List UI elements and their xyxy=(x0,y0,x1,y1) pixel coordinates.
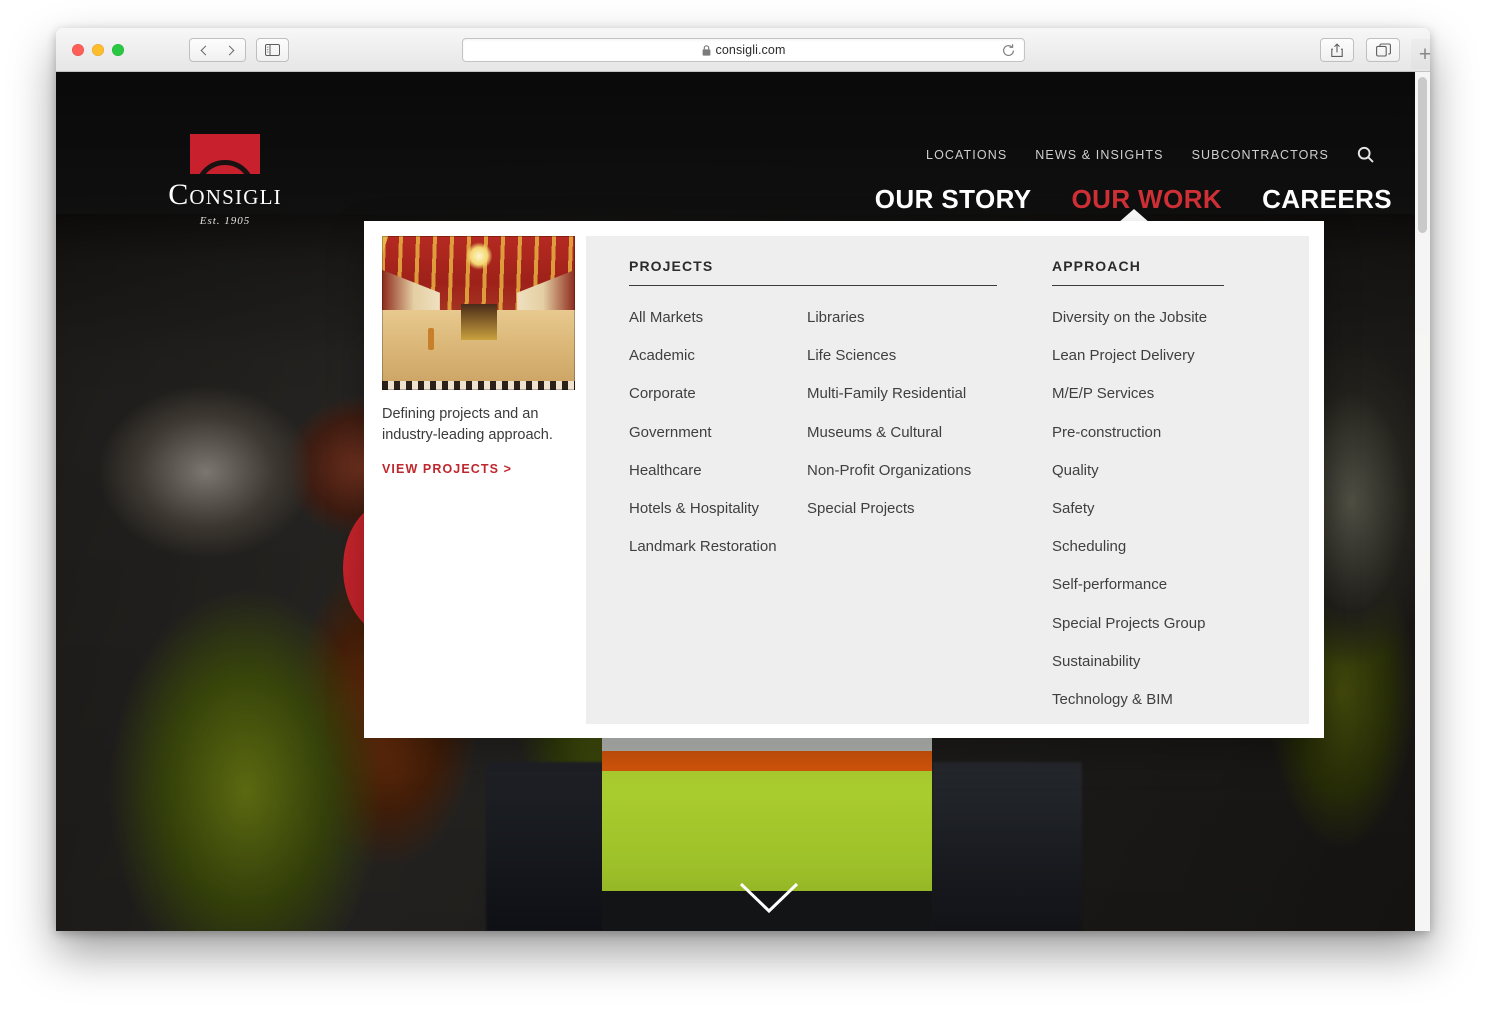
arch-shape xyxy=(195,160,255,174)
menu-link-special-projects[interactable]: Special Projects xyxy=(807,499,997,518)
search-icon xyxy=(1357,146,1374,163)
mega-menu-panel: PROJECTS All Markets Academic Corporate … xyxy=(586,236,1309,724)
utility-nav: LOCATIONS NEWS & INSIGHTS SUBCONTRACTORS xyxy=(926,146,1374,163)
site-header: Consigli Est. 1905 LOCATIONS NEWS & INSI… xyxy=(56,72,1430,227)
menu-link-landmark-restoration[interactable]: Landmark Restoration xyxy=(629,537,807,556)
browser-toolbar: consigli.com + xyxy=(56,28,1430,72)
page-scrollbar-thumb[interactable] xyxy=(1418,77,1427,233)
projects-column: PROJECTS All Markets Academic Corporate … xyxy=(629,258,997,575)
reload-icon xyxy=(1003,44,1015,56)
menu-link-diversity-on-the-jobsite[interactable]: Diversity on the Jobsite xyxy=(1052,308,1224,327)
close-window-button[interactable] xyxy=(72,44,84,56)
menu-link-all-markets[interactable]: All Markets xyxy=(629,308,807,327)
url-text: consigli.com xyxy=(715,43,786,57)
menu-link-pre-construction[interactable]: Pre-construction xyxy=(1052,423,1224,442)
menu-link-multi-family-residential[interactable]: Multi-Family Residential xyxy=(807,384,997,403)
sidebar-icon xyxy=(265,44,280,56)
new-tab-button[interactable]: + xyxy=(1411,39,1430,69)
menu-link-safety[interactable]: Safety xyxy=(1052,499,1224,518)
address-bar[interactable]: consigli.com xyxy=(462,38,1025,62)
utility-nav-item-subcontractors[interactable]: SUBCONTRACTORS xyxy=(1192,148,1329,162)
menu-link-museums-cultural[interactable]: Museums & Cultural xyxy=(807,423,997,442)
forward-button[interactable] xyxy=(217,38,246,62)
feature-thumbnail-image[interactable] xyxy=(382,236,575,390)
chevron-left-icon xyxy=(200,45,210,55)
thumb-frame xyxy=(382,236,575,390)
share-button[interactable] xyxy=(1320,38,1354,62)
site-logo[interactable]: Consigli Est. 1905 xyxy=(145,134,305,227)
share-icon xyxy=(1331,42,1343,57)
mega-menu-feature: Defining projects and an industry-leadin… xyxy=(382,236,578,478)
utility-nav-item-locations[interactable]: LOCATIONS xyxy=(926,148,1007,162)
menu-link-technology-bim[interactable]: Technology & BIM xyxy=(1052,690,1224,709)
arch-logo-icon xyxy=(190,134,260,174)
menu-link-mep-services[interactable]: M/E/P Services xyxy=(1052,384,1224,403)
projects-column-b: Libraries Life Sciences Multi-Family Res… xyxy=(807,308,997,575)
projects-link-grid: All Markets Academic Corporate Governmen… xyxy=(629,308,997,575)
approach-column: APPROACH Diversity on the Jobsite Lean P… xyxy=(1052,258,1224,728)
page-scrollbar[interactable] xyxy=(1415,72,1430,931)
menu-link-libraries[interactable]: Libraries xyxy=(807,308,997,327)
page-viewport: Consigli Est. 1905 LOCATIONS NEWS & INSI… xyxy=(56,72,1430,931)
browser-window: consigli.com + Consigli Est. 1905 LOCATI… xyxy=(56,28,1430,931)
menu-link-hotels-hospitality[interactable]: Hotels & Hospitality xyxy=(629,499,807,518)
main-nav-item-our-story[interactable]: OUR STORY xyxy=(875,184,1032,215)
view-projects-link[interactable]: VIEW PROJECTS > xyxy=(382,462,512,476)
approach-heading: APPROACH xyxy=(1052,258,1224,286)
menu-link-sustainability[interactable]: Sustainability xyxy=(1052,652,1224,671)
menu-link-academic[interactable]: Academic xyxy=(629,346,807,365)
chevron-down-icon xyxy=(739,882,799,914)
menu-link-special-projects-group[interactable]: Special Projects Group xyxy=(1052,614,1224,633)
window-controls xyxy=(72,44,124,56)
back-button[interactable] xyxy=(189,38,218,62)
logo-wordmark: Consigli xyxy=(168,178,282,211)
reload-button[interactable] xyxy=(1001,43,1016,63)
menu-link-healthcare[interactable]: Healthcare xyxy=(629,461,807,480)
search-button[interactable] xyxy=(1357,146,1374,163)
chevron-right-icon xyxy=(224,45,235,55)
utility-nav-item-news-insights[interactable]: NEWS & INSIGHTS xyxy=(1035,148,1163,162)
lock-icon xyxy=(702,44,711,56)
sidebar-toggle-button[interactable] xyxy=(256,38,289,62)
menu-link-life-sciences[interactable]: Life Sciences xyxy=(807,346,997,365)
menu-link-quality[interactable]: Quality xyxy=(1052,461,1224,480)
projects-heading: PROJECTS xyxy=(629,258,997,286)
maximize-window-button[interactable] xyxy=(112,44,124,56)
minimize-window-button[interactable] xyxy=(92,44,104,56)
menu-link-scheduling[interactable]: Scheduling xyxy=(1052,537,1224,556)
feature-caption: Defining projects and an industry-leadin… xyxy=(382,406,553,444)
logo-tagline: Est. 1905 xyxy=(199,215,251,227)
main-nav-item-careers[interactable]: CAREERS xyxy=(1262,184,1392,215)
menu-link-self-performance[interactable]: Self-performance xyxy=(1052,575,1224,594)
approach-link-list: Diversity on the Jobsite Lean Project De… xyxy=(1052,308,1224,728)
tabs-icon xyxy=(1375,43,1391,57)
menu-link-non-profit-organizations[interactable]: Non-Profit Organizations xyxy=(807,461,997,480)
menu-link-lean-project-delivery[interactable]: Lean Project Delivery xyxy=(1052,346,1224,365)
menu-link-corporate[interactable]: Corporate xyxy=(629,384,807,403)
projects-column-a: All Markets Academic Corporate Governmen… xyxy=(629,308,807,575)
scroll-down-button[interactable] xyxy=(739,882,799,914)
show-all-tabs-button[interactable] xyxy=(1366,38,1400,62)
mega-menu-dropdown: Defining projects and an industry-leadin… xyxy=(364,221,1324,738)
menu-link-government[interactable]: Government xyxy=(629,423,807,442)
